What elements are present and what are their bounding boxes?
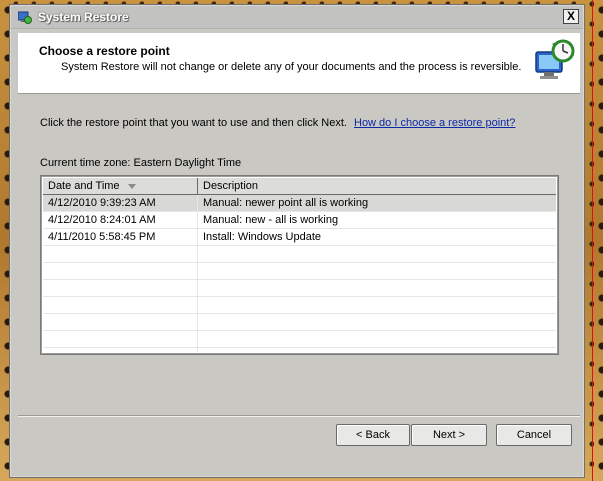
window-title: System Restore	[38, 10, 129, 24]
empty-row	[43, 280, 556, 297]
timezone-label: Current time zone: Eastern Daylight Time	[40, 157, 242, 169]
red-border-line	[592, 0, 593, 481]
close-button[interactable]: X	[563, 9, 579, 24]
row-description: Manual: newer point all is working	[203, 197, 369, 209]
table-row[interactable]: 4/11/2010 5:58:45 PM Install: Windows Up…	[43, 229, 556, 246]
empty-row	[43, 348, 556, 352]
restore-clock-icon	[535, 39, 575, 79]
restore-point-list[interactable]: Date and Time Description 4/12/2010 9:39…	[40, 175, 559, 355]
sort-down-icon	[127, 183, 136, 189]
row-description: Manual: new - all is working	[203, 214, 339, 226]
cancel-button[interactable]: Cancel	[496, 424, 572, 446]
next-button[interactable]: Next >	[411, 424, 487, 446]
column-description[interactable]: Description	[198, 178, 558, 194]
empty-row	[43, 246, 556, 263]
empty-row	[43, 297, 556, 314]
column-date-time-label: Date and Time	[48, 180, 120, 192]
back-button[interactable]: < Back	[336, 424, 410, 446]
row-description: Install: Windows Update	[203, 231, 321, 243]
empty-row	[43, 314, 556, 331]
column-date-time[interactable]: Date and Time	[43, 178, 198, 194]
page-title: Choose a restore point	[39, 44, 170, 58]
row-date: 4/12/2010 9:39:23 AM	[43, 195, 198, 211]
instructions-text: Click the restore point that you want to…	[40, 117, 347, 129]
header-panel: Choose a restore point System Restore wi…	[18, 33, 580, 94]
page-subtitle: System Restore will not change or delete…	[61, 61, 522, 73]
empty-row	[43, 263, 556, 280]
system-restore-window: System Restore X Choose a restore point …	[9, 4, 585, 478]
list-body: 4/12/2010 9:39:23 AM Manual: newer point…	[43, 195, 556, 352]
help-link[interactable]: How do I choose a restore point?	[354, 117, 515, 129]
instructions: Click the restore point that you want to…	[40, 117, 515, 129]
title-bar[interactable]: System Restore X	[11, 6, 583, 29]
table-row[interactable]: 4/12/2010 8:24:01 AM Manual: new - all i…	[43, 212, 556, 229]
column-description-label: Description	[203, 180, 259, 192]
list-header: Date and Time Description	[43, 178, 556, 195]
row-date: 4/11/2010 5:58:45 PM	[43, 229, 198, 245]
empty-row	[43, 331, 556, 348]
table-row[interactable]: 4/12/2010 9:39:23 AM Manual: newer point…	[43, 195, 556, 212]
content-area: Click the restore point that you want to…	[18, 94, 580, 424]
row-date: 4/12/2010 8:24:01 AM	[43, 212, 198, 228]
system-restore-icon	[18, 11, 32, 24]
divider-highlight	[18, 416, 580, 417]
